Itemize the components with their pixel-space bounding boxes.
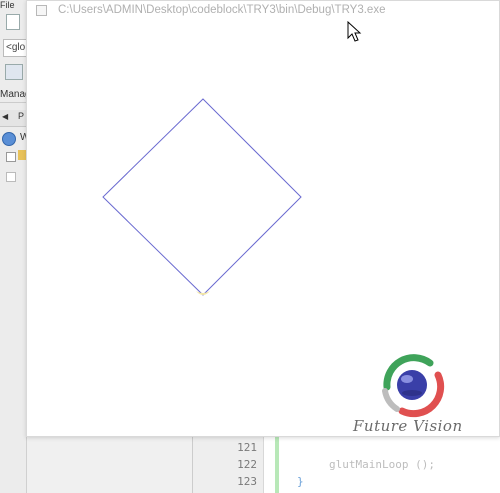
code-editor[interactable]: 121 122 123 glutMainLoop (); } [192,436,500,493]
management-tabbar: ◀ P [0,110,26,127]
code-line[interactable]: glutMainLoop (); [329,458,435,471]
ide-menu-file[interactable]: File [0,0,26,12]
window-titlebar[interactable]: C:\Users\ADMIN\Desktop\codeblock\TRY3\bi… [27,1,499,21]
vertex-highlight [196,291,210,295]
window-title: C:\Users\ADMIN\Desktop\codeblock\TRY3\bi… [58,4,386,16]
change-marker [275,436,279,493]
line-number-gutter: 121 122 123 [193,436,264,493]
diamond-shape [102,98,302,296]
line-number: 122 [237,458,257,471]
toolbar-icon[interactable] [5,64,23,80]
app-icon [36,5,47,16]
code-line[interactable]: } [297,475,304,488]
tree-expander-icon[interactable] [6,172,16,182]
tab-projects[interactable]: P [18,111,24,121]
future-vision-logo: Future Vision [345,349,495,437]
logo-emblem [382,354,445,418]
line-number: 123 [237,475,257,488]
line-number: 121 [237,441,257,454]
tree-expander-icon[interactable] [6,152,16,162]
logo-text: Future Vision [353,417,463,435]
glut-window[interactable]: C:\Users\ADMIN\Desktop\codeblock\TRY3\bi… [26,0,500,437]
tab-scroll-left-icon[interactable]: ◀ [2,112,8,121]
folder-icon [18,150,26,160]
workspace-icon [2,132,16,146]
ide-left-panel: File <glo Manag ◀ P W [0,0,29,493]
management-panel-title: Manag [0,88,26,103]
arrow-cursor-icon [347,21,362,42]
new-file-icon[interactable] [6,14,20,30]
